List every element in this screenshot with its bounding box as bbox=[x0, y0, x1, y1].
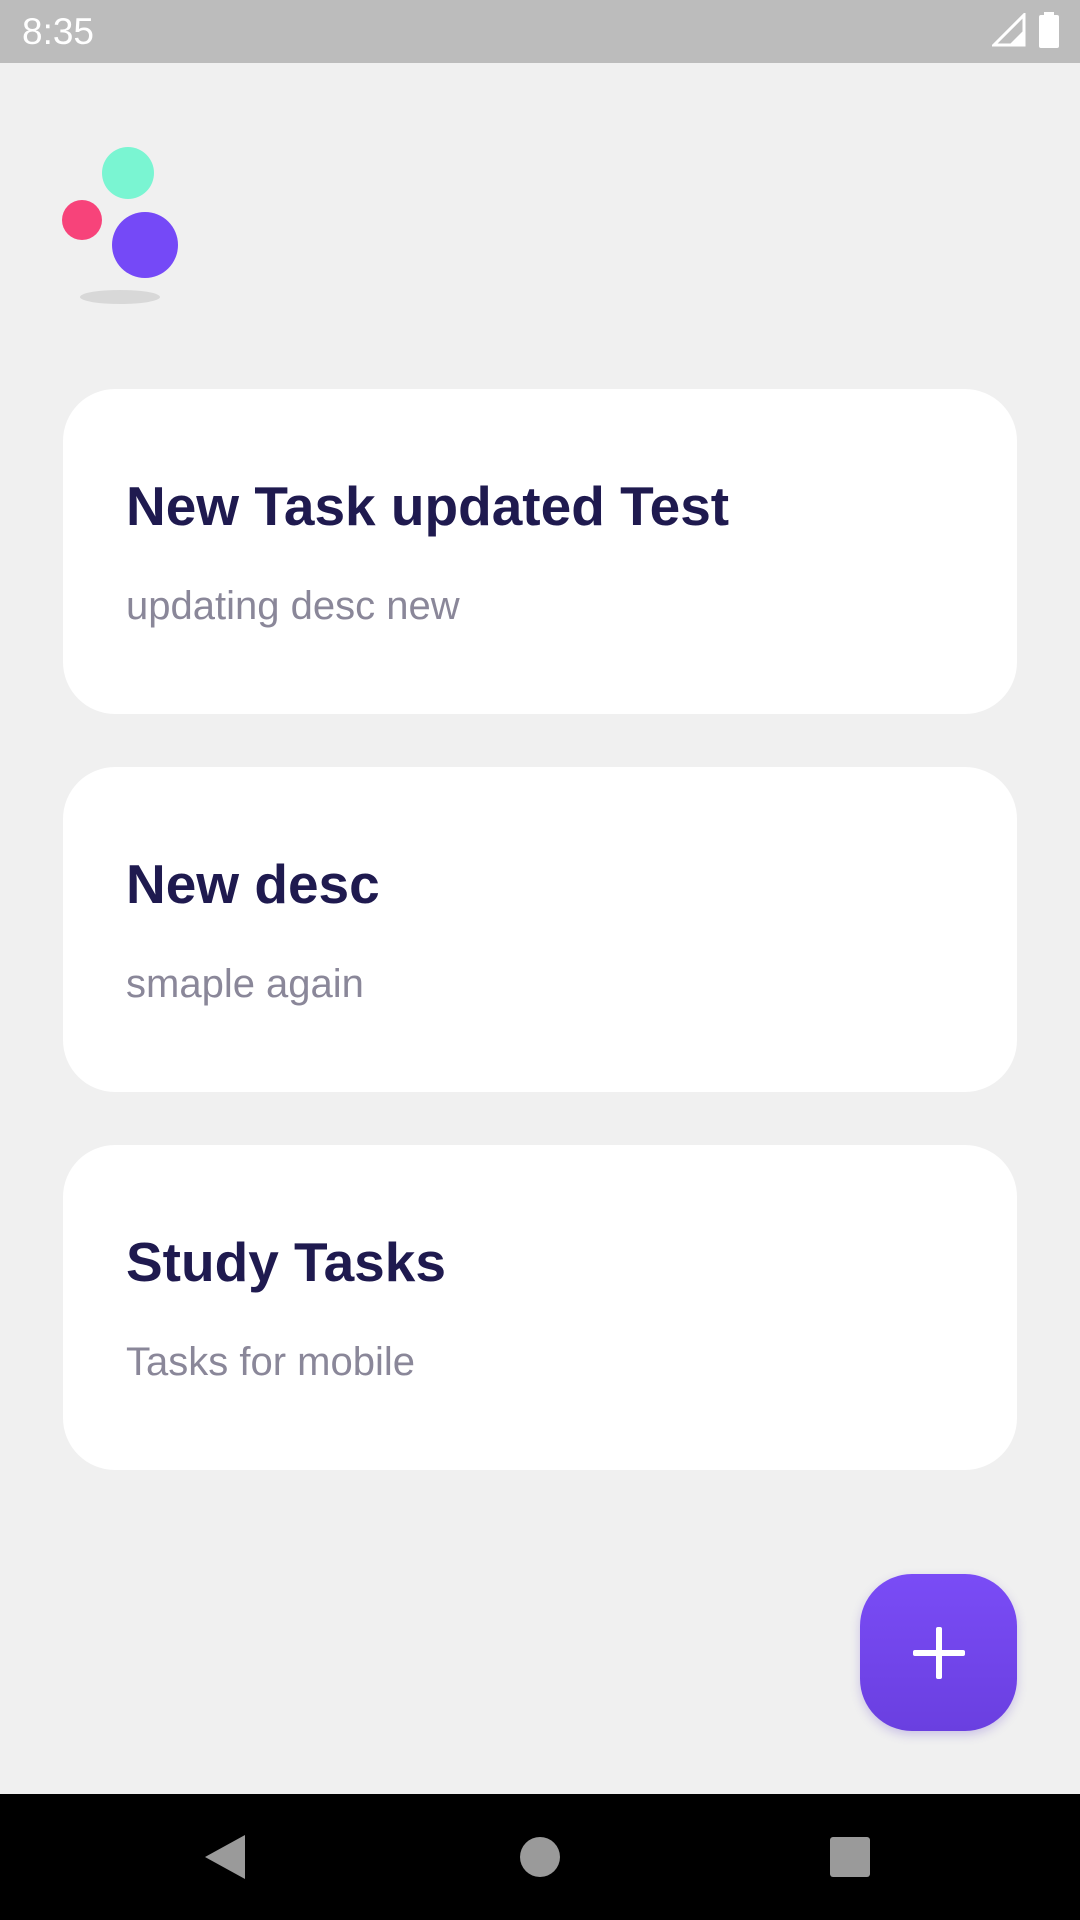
recents-button[interactable] bbox=[817, 1824, 883, 1890]
navigation-bar bbox=[0, 1794, 1080, 1920]
task-card[interactable]: Study Tasks Tasks for mobile bbox=[63, 1145, 1017, 1470]
task-description: Tasks for mobile bbox=[126, 1340, 415, 1384]
home-icon bbox=[520, 1837, 560, 1877]
status-bar: 8:35 bbox=[0, 0, 1080, 63]
back-button[interactable] bbox=[192, 1824, 258, 1890]
battery-icon bbox=[1039, 12, 1059, 48]
back-icon bbox=[205, 1835, 245, 1879]
status-icons bbox=[992, 12, 1060, 48]
task-card[interactable]: New desc smaple again bbox=[63, 767, 1017, 1092]
task-description: updating desc new bbox=[126, 584, 460, 628]
add-task-button[interactable] bbox=[860, 1574, 1017, 1731]
status-time: 8:35 bbox=[22, 11, 95, 52]
task-title: Study Tasks bbox=[126, 1231, 446, 1293]
recents-icon bbox=[830, 1837, 870, 1877]
task-title: New Task updated Test bbox=[126, 475, 730, 537]
home-button[interactable] bbox=[507, 1824, 573, 1890]
task-description: smaple again bbox=[126, 962, 364, 1006]
signal-icon bbox=[992, 13, 1026, 47]
bubbles-logo-icon bbox=[62, 147, 178, 304]
task-card[interactable]: New Task updated Test updating desc new bbox=[63, 389, 1017, 714]
plus-icon bbox=[912, 1626, 965, 1679]
task-title: New desc bbox=[126, 853, 380, 915]
